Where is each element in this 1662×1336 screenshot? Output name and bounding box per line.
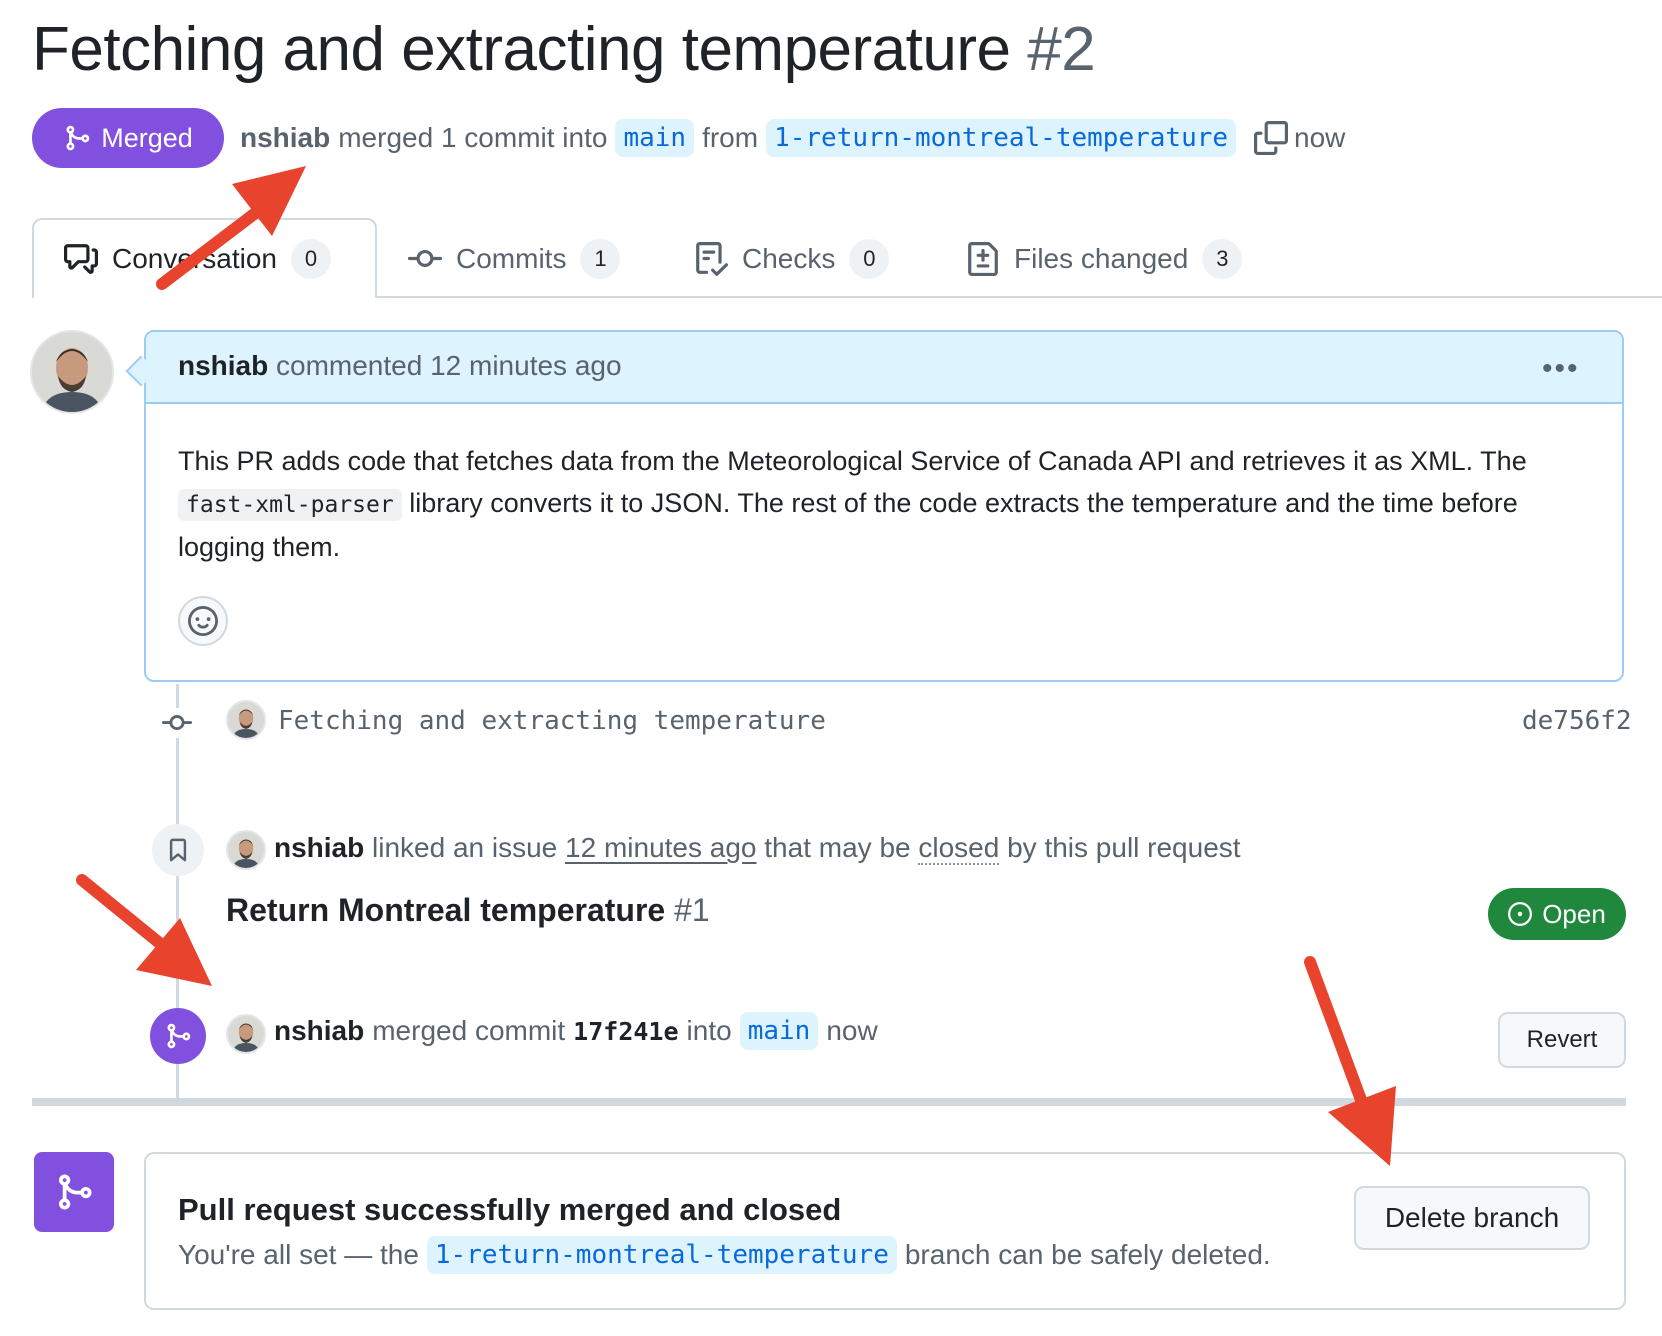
merge-text: merged 1 commit into <box>338 122 608 153</box>
comment-inline-code: fast-xml-parser <box>178 489 402 521</box>
issue-opened-icon <box>1508 902 1533 926</box>
merge-event-author[interactable]: nshiab <box>274 1015 364 1047</box>
git-merge-icon <box>167 1023 191 1049</box>
tab-conversation-count: 0 <box>290 239 331 279</box>
comment-body: This PR adds code that fetches data from… <box>178 440 1598 568</box>
link-event-text: nshiab linked an issue 12 minutes ago th… <box>274 832 1241 865</box>
merge-commit-sha[interactable]: 17f241e <box>573 1017 678 1046</box>
link-event-author[interactable]: nshiab <box>274 832 364 863</box>
merge-event-time: now <box>826 1015 878 1046</box>
comment-discussion-icon <box>64 244 98 274</box>
head-branch-tag[interactable]: 1-return-montreal-temperature <box>766 119 1237 157</box>
merge-node <box>150 1008 206 1064</box>
merge-event-text-2: into <box>686 1015 732 1046</box>
checklist-icon <box>696 242 728 276</box>
merged-badge-label: Merged <box>101 122 193 153</box>
merge-time: now <box>1294 122 1346 153</box>
revert-button[interactable]: Revert <box>1498 1012 1626 1068</box>
comment-body-text-1: This PR adds code that fetches data from… <box>178 446 1527 476</box>
annotation-arrow <box>76 874 212 986</box>
tab-commits[interactable]: Commits 1 <box>408 228 621 290</box>
merge-box-status <box>34 1152 114 1232</box>
commit-sha-link[interactable]: de756f2 <box>1522 706 1632 736</box>
base-branch-tag[interactable]: main <box>615 119 695 157</box>
timeline-divider <box>32 1098 1626 1106</box>
git-commit-icon <box>408 249 442 267</box>
git-merge-icon <box>66 125 90 151</box>
git-merge-icon <box>59 1174 92 1210</box>
tab-commits-count: 1 <box>580 239 621 279</box>
merge-box-title: Pull request successfully merged and clo… <box>178 1192 842 1227</box>
link-event-text-1: linked an issue <box>372 832 558 863</box>
linked-issue-title[interactable]: Return Montreal temperature #1 <box>226 892 710 929</box>
avatar-image <box>32 332 112 412</box>
pr-meta: nshiab merged 1 commit into main from 1-… <box>240 114 1345 162</box>
tab-commits-label: Commits <box>456 243 567 274</box>
avatar[interactable] <box>226 830 266 870</box>
comment-time[interactable]: commented 12 minutes ago <box>276 350 622 381</box>
copy-icon[interactable] <box>1254 121 1289 155</box>
merge-box-text-2: branch can be safely deleted. <box>904 1239 1271 1270</box>
avatar-image <box>228 832 264 868</box>
smiley-icon <box>188 606 218 636</box>
merge-event-text: nshiab merged commit 17f241e into main n… <box>274 1012 878 1050</box>
linked-issue-number: #1 <box>674 892 710 928</box>
tab-checks-label: Checks <box>742 243 836 274</box>
avatar-image <box>228 1016 264 1052</box>
pr-title-text: Fetching and extracting temperature <box>32 15 1011 84</box>
link-event-time[interactable]: 12 minutes ago <box>565 832 756 863</box>
pr-number: #2 <box>1027 15 1096 84</box>
merge-box-text-1: You're all set — the <box>178 1239 419 1270</box>
avatar-image <box>228 702 264 738</box>
merge-event-text-1: merged commit <box>372 1015 566 1046</box>
merge-box-branch[interactable]: 1-return-montreal-temperature <box>426 1236 897 1274</box>
link-event-text-3: by this pull request <box>1007 832 1241 863</box>
delete-branch-button[interactable]: Delete branch <box>1354 1186 1590 1250</box>
tab-conversation[interactable]: Conversation 0 <box>64 228 331 290</box>
tab-conversation-label: Conversation <box>112 243 277 274</box>
comment-author[interactable]: nshiab <box>178 350 268 381</box>
linked-issue-name: Return Montreal temperature <box>226 892 666 928</box>
avatar[interactable] <box>226 700 266 740</box>
merge-event-branch[interactable]: main <box>739 1012 819 1050</box>
link-event-closed: closed <box>918 832 1000 865</box>
pr-title: Fetching and extracting temperature #2 <box>32 14 1096 85</box>
pr-author-link[interactable]: nshiab <box>240 122 330 154</box>
commit-node <box>160 708 196 738</box>
comment-options-icon[interactable]: ••• <box>1542 352 1580 386</box>
bookmark-node <box>152 824 204 876</box>
link-event-text-2: that may be <box>764 832 911 863</box>
merge-box-text: You're all set — the 1-return-montreal-t… <box>178 1236 1271 1274</box>
tab-files-changed-label: Files changed <box>1014 243 1189 274</box>
tab-checks-count: 0 <box>849 239 890 279</box>
annotation-arrow <box>1304 956 1396 1166</box>
git-commit-icon <box>162 715 192 731</box>
from-text: from <box>702 122 759 153</box>
file-diff-icon <box>968 242 998 276</box>
tab-files-changed-count: 3 <box>1202 239 1243 279</box>
tabs-underline <box>372 296 1662 298</box>
comment-meta: nshiab commented 12 minutes ago <box>178 350 622 382</box>
tab-checks[interactable]: Checks 0 <box>694 228 890 290</box>
issue-open-badge: Open <box>1488 888 1626 940</box>
tab-files-changed[interactable]: Files changed 3 <box>966 228 1243 290</box>
issue-open-label: Open <box>1542 898 1606 929</box>
merged-status-badge: Merged <box>32 108 224 168</box>
avatar[interactable] <box>226 1014 266 1054</box>
bookmark-icon <box>169 838 187 862</box>
add-reaction-button[interactable] <box>178 596 228 646</box>
commit-message-link[interactable]: Fetching and extracting temperature <box>278 706 826 736</box>
avatar[interactable] <box>30 330 114 414</box>
